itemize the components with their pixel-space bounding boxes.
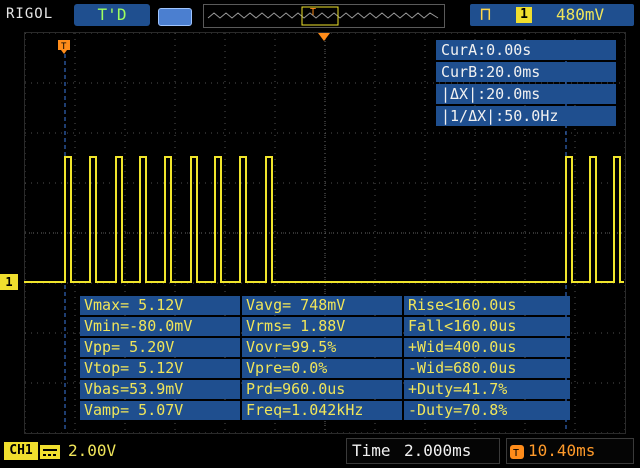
measurement-row: Vamp= 5.07V Freq=1.042kHz -Duty=70.8% xyxy=(80,401,570,421)
measurement-panel: Vmax= 5.12V Vavg= 748mV Rise<160.0us Vmin=-… xyxy=(80,296,570,424)
ch1-badge[interactable]: CH1 xyxy=(4,442,38,460)
measurement-value: Rise<160.0us xyxy=(404,296,570,315)
cursor-a-marker[interactable]: T xyxy=(58,39,70,54)
measurement-value: Vmax= 5.12V xyxy=(80,296,240,315)
cursor-readout: CurA:0.00s CurB:20.0ms |ΔX|:20.0ms |1/ΔX… xyxy=(436,40,616,126)
measurement-value: Vavg= 748mV xyxy=(242,296,402,315)
measurement-value: -Duty=70.8% xyxy=(404,401,570,420)
cursor-inverse-delta: |1/ΔX|:50.0Hz xyxy=(436,106,616,126)
measurement-value: Vpp= 5.20V xyxy=(80,338,240,357)
measurement-value: Fall<160.0us xyxy=(404,317,570,336)
cursor-b-value: CurB:20.0ms xyxy=(436,62,616,82)
measurement-value: Vbas=53.9mV xyxy=(80,380,240,399)
trigger-position-marker[interactable] xyxy=(318,33,330,41)
measurement-value: Vamp= 5.07V xyxy=(80,401,240,420)
cursor-delta-x: |ΔX|:20.0ms xyxy=(436,84,616,104)
measurement-value: +Duty=41.7% xyxy=(404,380,570,399)
measurement-value: Vtop= 5.12V xyxy=(80,359,240,378)
cursor-a-value: CurA:0.00s xyxy=(436,40,616,60)
measurement-value: +Wid=400.0us xyxy=(404,338,570,357)
measurement-row: Vmin=-80.0mV Vrms= 1.88V Fall<160.0us xyxy=(80,317,570,337)
timebase-value: 2.000ms xyxy=(404,441,472,460)
measurement-value: Vovr=99.5% xyxy=(242,338,402,357)
trigger-offset-value: 10.40ms xyxy=(528,441,596,460)
measurement-value: Vpre=0.0% xyxy=(242,359,402,378)
measurement-value: Prd=960.0us xyxy=(242,380,402,399)
measurement-value: Freq=1.042kHz xyxy=(242,401,402,420)
measurement-value: -Wid=680.0us xyxy=(404,359,570,378)
svg-text:T: T xyxy=(513,448,519,459)
timebase-label: Time xyxy=(352,441,391,460)
ch1-scale: 2.00V xyxy=(68,441,117,460)
measurement-row: Vtop= 5.12V Vpre=0.0% -Wid=680.0us xyxy=(80,359,570,379)
svg-text:T: T xyxy=(61,42,67,52)
dc-coupling-icon xyxy=(40,444,60,459)
measurement-row: Vbas=53.9mV Prd=960.0us +Duty=41.7% xyxy=(80,380,570,400)
trigger-offset-icon: T xyxy=(510,444,524,459)
ch1-level-marker[interactable]: 1 xyxy=(0,274,18,290)
measurement-value: Vrms= 1.88V xyxy=(242,317,402,336)
measurement-value: Vmin=-80.0mV xyxy=(80,317,240,336)
measurement-row: Vpp= 5.20V Vovr=99.5% +Wid=400.0us xyxy=(80,338,570,358)
measurement-row: Vmax= 5.12V Vavg= 748mV Rise<160.0us xyxy=(80,296,570,316)
ch1-trace xyxy=(24,156,624,283)
